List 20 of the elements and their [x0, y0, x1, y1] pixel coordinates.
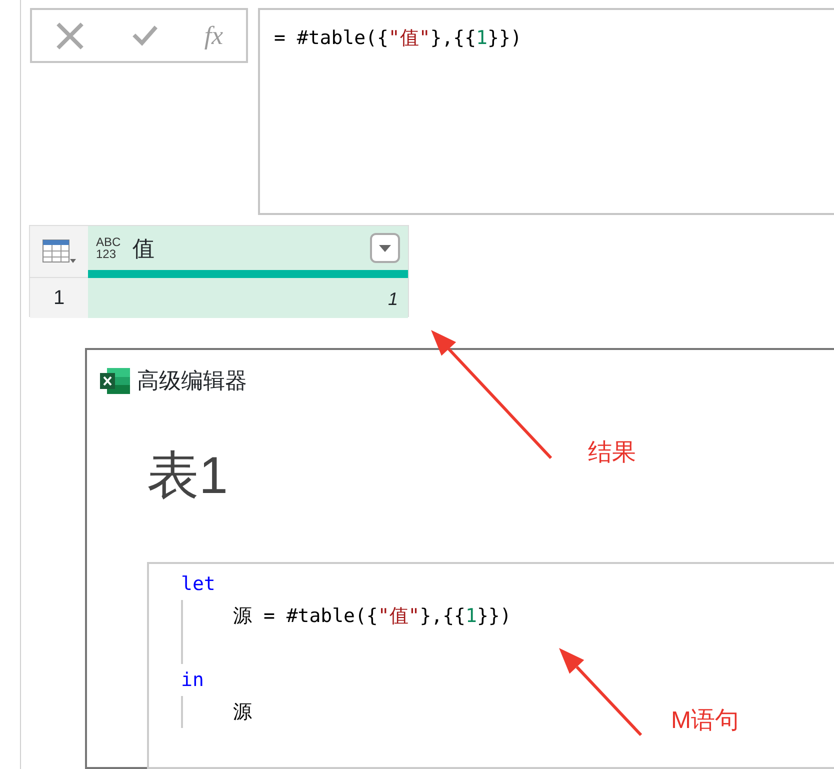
confirm-button[interactable] [130, 23, 159, 48]
table-icon [42, 238, 76, 264]
type-icon: ABC 123 [96, 236, 121, 260]
table-cell[interactable]: 1 [88, 278, 408, 318]
row-number: 1 [30, 278, 88, 318]
formula-field[interactable]: = #table({"值"},{{1}}) [258, 8, 834, 215]
query-name: 表1 [147, 446, 228, 507]
filter-dropdown-button[interactable] [370, 233, 400, 263]
column-name: 值 [132, 234, 155, 262]
annotation-label: 结果 [588, 438, 636, 468]
code-line: 源 = #table({"值"},{{1}}) [233, 604, 512, 629]
window-title: 高级编辑器 [137, 367, 247, 395]
caret-icon [379, 244, 391, 252]
annotation-label: M语句 [671, 706, 739, 736]
table-menu-button[interactable] [30, 226, 88, 278]
excel-logo-icon [99, 366, 131, 394]
code-line: in [181, 668, 204, 693]
cancel-button[interactable] [54, 20, 85, 50]
code-line: 源 [233, 700, 252, 725]
code-line: let [181, 572, 216, 597]
